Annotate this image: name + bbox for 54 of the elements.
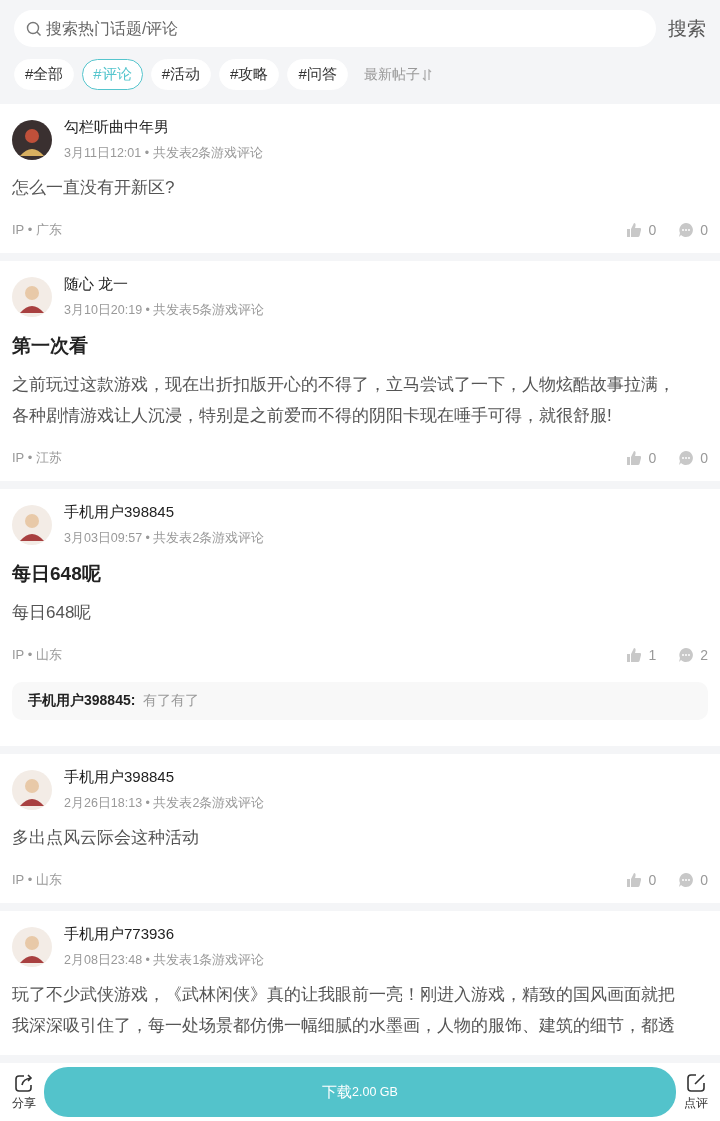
post-title: 每日648呢 <box>12 562 102 586</box>
comment-icon[interactable] <box>678 222 695 238</box>
ip-location: IP • 江苏 <box>12 449 63 467</box>
tag-tab[interactable]: #全部 <box>14 59 75 90</box>
reply-preview[interactable]: 手机用户398845: 有了有了 <box>12 682 708 720</box>
avatar-icon <box>12 277 52 317</box>
thumbs-up-icon[interactable] <box>626 222 643 238</box>
sort-icon <box>421 68 432 81</box>
thumbs-up-icon[interactable] <box>626 450 643 466</box>
comment-icon[interactable] <box>678 647 695 663</box>
tag-tab[interactable]: #攻略 <box>219 59 280 90</box>
share-icon <box>14 1072 34 1093</box>
search-field[interactable]: 搜索热门话题/评论 <box>14 10 656 47</box>
post-body: 每日648呢 <box>12 602 93 624</box>
user-name[interactable]: 手机用户773936 <box>64 925 265 944</box>
avatar-icon <box>12 505 52 545</box>
post-body: 玩了不少武侠游戏，《武林闲侠》真的让我眼前一亮！刚进入游戏，精致的国风画面就把我深深吸引住了，每一处场景都仿佛一幅细腻的水墨画，人物的服饰、建筑的细节，都透 <box>12 984 676 1037</box>
user-name[interactable]: 勾栏听曲中年男 <box>64 118 264 137</box>
comment-count: 0 <box>700 872 708 888</box>
post-meta: 3月11日12:01 • 共发表2条游戏评论 <box>64 145 264 162</box>
like-count: 0 <box>648 872 657 888</box>
post-meta: 3月03日09:57 • 共发表2条游戏评论 <box>64 530 265 547</box>
user-name[interactable]: 手机用户398845 <box>64 768 265 787</box>
post-body: 多出点风云际会这种活动 <box>12 827 200 849</box>
comment-icon[interactable] <box>678 450 695 466</box>
edit-icon <box>686 1072 706 1093</box>
ip-location: IP • 山东 <box>12 646 63 664</box>
ip-location: IP • 广东 <box>12 221 63 239</box>
user-name[interactable]: 随心 龙一 <box>64 275 265 294</box>
post-meta: 2月08日23:48 • 共发表1条游戏评论 <box>64 952 265 969</box>
share-button[interactable]: 分享 <box>12 1072 36 1112</box>
avatar-icon <box>12 927 52 967</box>
review-button[interactable]: 点评 <box>684 1072 708 1112</box>
comment-count: 0 <box>700 222 708 238</box>
post-meta: 3月10日20:19 • 共发表5条游戏评论 <box>64 302 265 319</box>
comment-count: 2 <box>700 647 708 663</box>
post-body: 怎么一直没有开新区? <box>12 177 176 199</box>
thumbs-up-icon[interactable] <box>626 647 643 663</box>
comment-icon[interactable] <box>678 872 695 888</box>
search-button[interactable]: 搜索 <box>668 15 706 42</box>
thumbs-up-icon[interactable] <box>626 872 643 888</box>
avatar-icon <box>12 120 52 160</box>
post-meta: 2月26日18:13 • 共发表2条游戏评论 <box>64 795 265 812</box>
comment-count: 0 <box>700 450 708 466</box>
user-name[interactable]: 手机用户398845 <box>64 503 265 522</box>
like-count: 0 <box>648 450 657 466</box>
avatar-icon <box>12 770 52 810</box>
post-body: 之前玩过这款游戏，现在出折扣版开心的不得了，立马尝试了一下，人物炫酷故事拉满，各种剧情游戏让人沉浸，特别是之前爱而不得的阴阳卡现在唾手可得，就很舒服! <box>12 374 676 427</box>
tag-tab[interactable]: #活动 <box>150 59 212 90</box>
tag-tab[interactable]: #问答 <box>287 59 348 90</box>
like-count: 1 <box>648 647 657 663</box>
post-title: 第一次看 <box>12 334 89 358</box>
ip-location: IP • 山东 <box>12 871 63 889</box>
like-count: 0 <box>648 222 657 238</box>
